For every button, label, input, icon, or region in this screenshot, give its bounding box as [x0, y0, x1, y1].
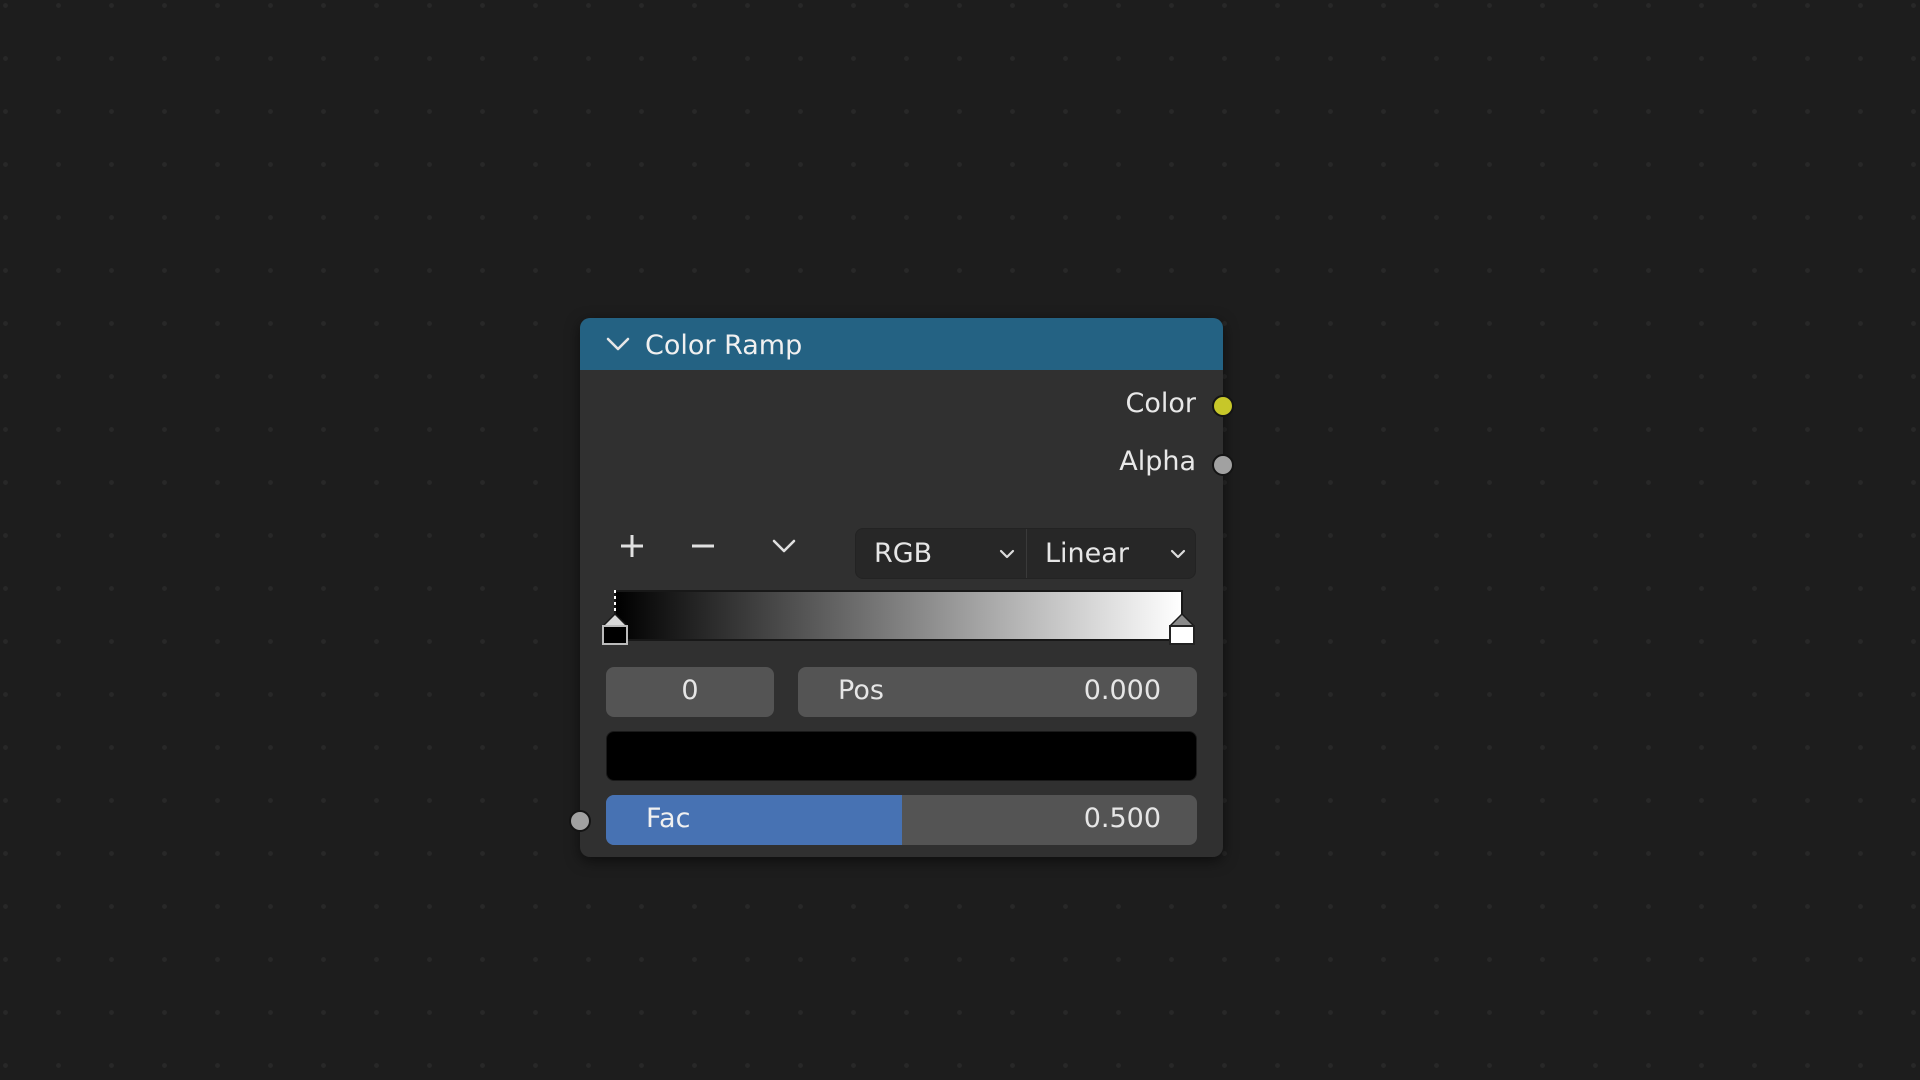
color-mode-dropdown[interactable]: RGB: [856, 529, 1026, 578]
output-color-socket[interactable]: [1212, 395, 1234, 417]
active-stop-index: 0: [681, 675, 699, 706]
stop-color-swatch[interactable]: [606, 731, 1197, 781]
chevron-down-icon: [1170, 549, 1186, 559]
chevron-down-icon[interactable]: [606, 334, 630, 354]
ramp-menu-button[interactable]: [764, 526, 804, 566]
output-color-label: Color: [1125, 388, 1197, 419]
ramp-stop-handle[interactable]: [601, 590, 629, 646]
fac-label: Fac: [646, 803, 691, 834]
color-ramp-gradient[interactable]: [614, 590, 1183, 641]
minus-icon: [692, 544, 714, 548]
chevron-down-icon: [999, 549, 1015, 559]
interpolation-value: Linear: [1045, 538, 1129, 569]
color-mode-value: RGB: [874, 538, 933, 569]
interpolation-dropdown[interactable]: Linear: [1027, 529, 1197, 578]
active-stop-index-field[interactable]: 0: [606, 667, 774, 717]
color-ramp-node[interactable]: Color Ramp Color Alpha RGB Linear 0 Pos …: [569, 318, 1234, 857]
node-header[interactable]: Color Ramp: [580, 318, 1223, 370]
stop-position-field[interactable]: Pos 0.000: [798, 667, 1197, 717]
remove-stop-button[interactable]: [683, 526, 723, 566]
node-title: Color Ramp: [645, 330, 803, 361]
stop-position-label: Pos: [838, 675, 884, 706]
ramp-stop-handle[interactable]: [1169, 610, 1195, 646]
add-stop-button[interactable]: [612, 526, 652, 566]
output-alpha-label: Alpha: [1119, 446, 1196, 477]
stop-position-value: 0.000: [1083, 675, 1161, 706]
chevron-down-icon: [772, 539, 796, 553]
plus-icon: [621, 535, 643, 557]
fac-value: 0.500: [1083, 803, 1161, 834]
fac-slider[interactable]: Fac 0.500: [606, 795, 1197, 845]
output-alpha-socket[interactable]: [1212, 454, 1234, 476]
input-fac-socket[interactable]: [569, 810, 591, 832]
ramp-mode-dropdowns: RGB Linear: [855, 528, 1196, 579]
